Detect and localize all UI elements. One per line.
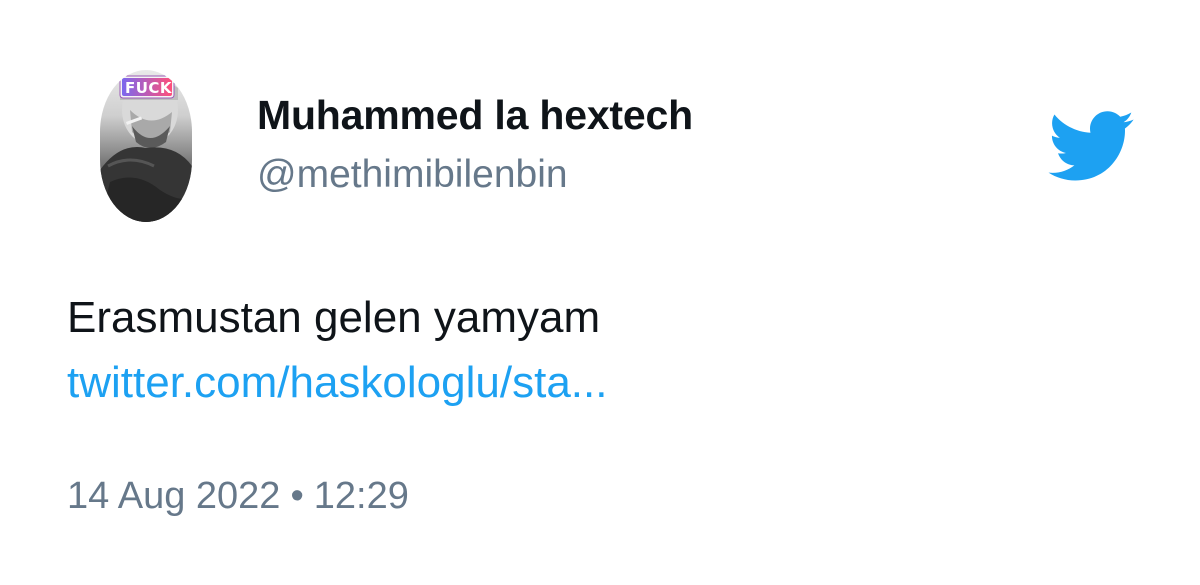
tweet-card: FUCK Muhammed la hextech @methimibilenbi… (0, 0, 1200, 585)
twitter-bird-icon[interactable] (1045, 108, 1135, 182)
tweet-link[interactable]: twitter.com/haskologlu/sta... (67, 358, 607, 408)
tweet-text: Erasmustan gelen yamyam (67, 293, 601, 342)
twitter-logo-svg (1048, 111, 1134, 181)
tweet-time: 12:29 (313, 475, 409, 517)
timestamp-separator: • (290, 475, 304, 517)
author-handle[interactable]: @methimibilenbin (257, 153, 568, 197)
tweet-date: 14 Aug 2022 (67, 475, 281, 517)
avatar[interactable]: FUCK (100, 70, 192, 222)
tweet-timestamp[interactable]: 14 Aug 2022 • 12:29 (67, 475, 409, 518)
author-display-name[interactable]: Muhammed la hextech (257, 92, 693, 139)
avatar-badge-text: FUCK (125, 79, 173, 97)
